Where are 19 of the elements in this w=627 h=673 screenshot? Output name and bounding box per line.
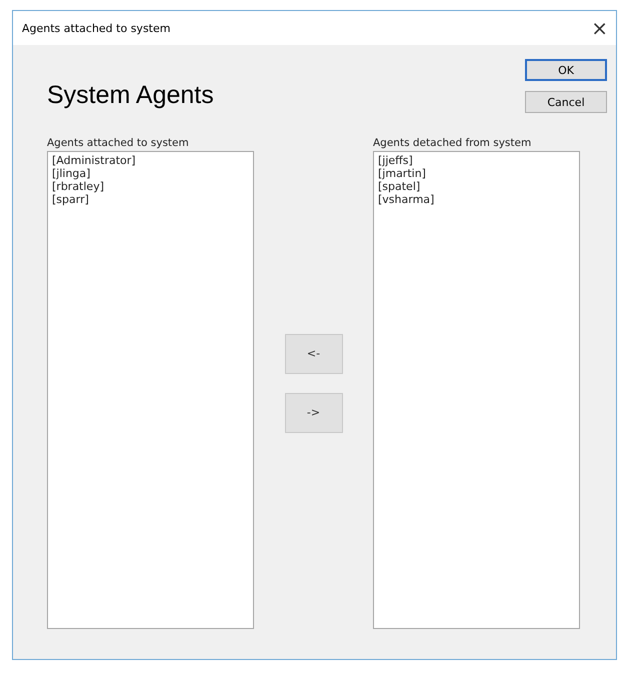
close-button[interactable]: × [591, 18, 608, 38]
list-item[interactable]: [spatel] [378, 180, 420, 193]
heading: System Agents [47, 81, 214, 110]
move-button[interactable]: -> [284, 392, 342, 432]
list-item[interactable]: [rbratley] [52, 180, 104, 193]
dialog-button[interactable]: OK [525, 59, 607, 81]
list-label: Agents detached from system [373, 137, 532, 149]
detached-list[interactable]: [jjeffs] [jmartin] [spatel] [vsharma] [373, 151, 580, 629]
list-item[interactable]: [jjeffs] [378, 154, 413, 167]
dialog-button[interactable]: Cancel [525, 91, 607, 113]
list-item[interactable]: [Administrator] [52, 154, 136, 167]
move-button[interactable]: <- [284, 334, 342, 374]
attached-list[interactable]: [Administrator] [jlinga] [rbratley] [sparr] [47, 151, 254, 629]
window-title: Agents attached to system [22, 22, 170, 34]
list-item[interactable]: [vsharma] [378, 193, 434, 206]
list-item[interactable]: [sparr] [52, 193, 89, 206]
list-label: Agents attached to system [47, 137, 190, 149]
list-item[interactable]: [jmartin] [378, 167, 426, 180]
list-item[interactable]: [jlinga] [52, 167, 90, 180]
